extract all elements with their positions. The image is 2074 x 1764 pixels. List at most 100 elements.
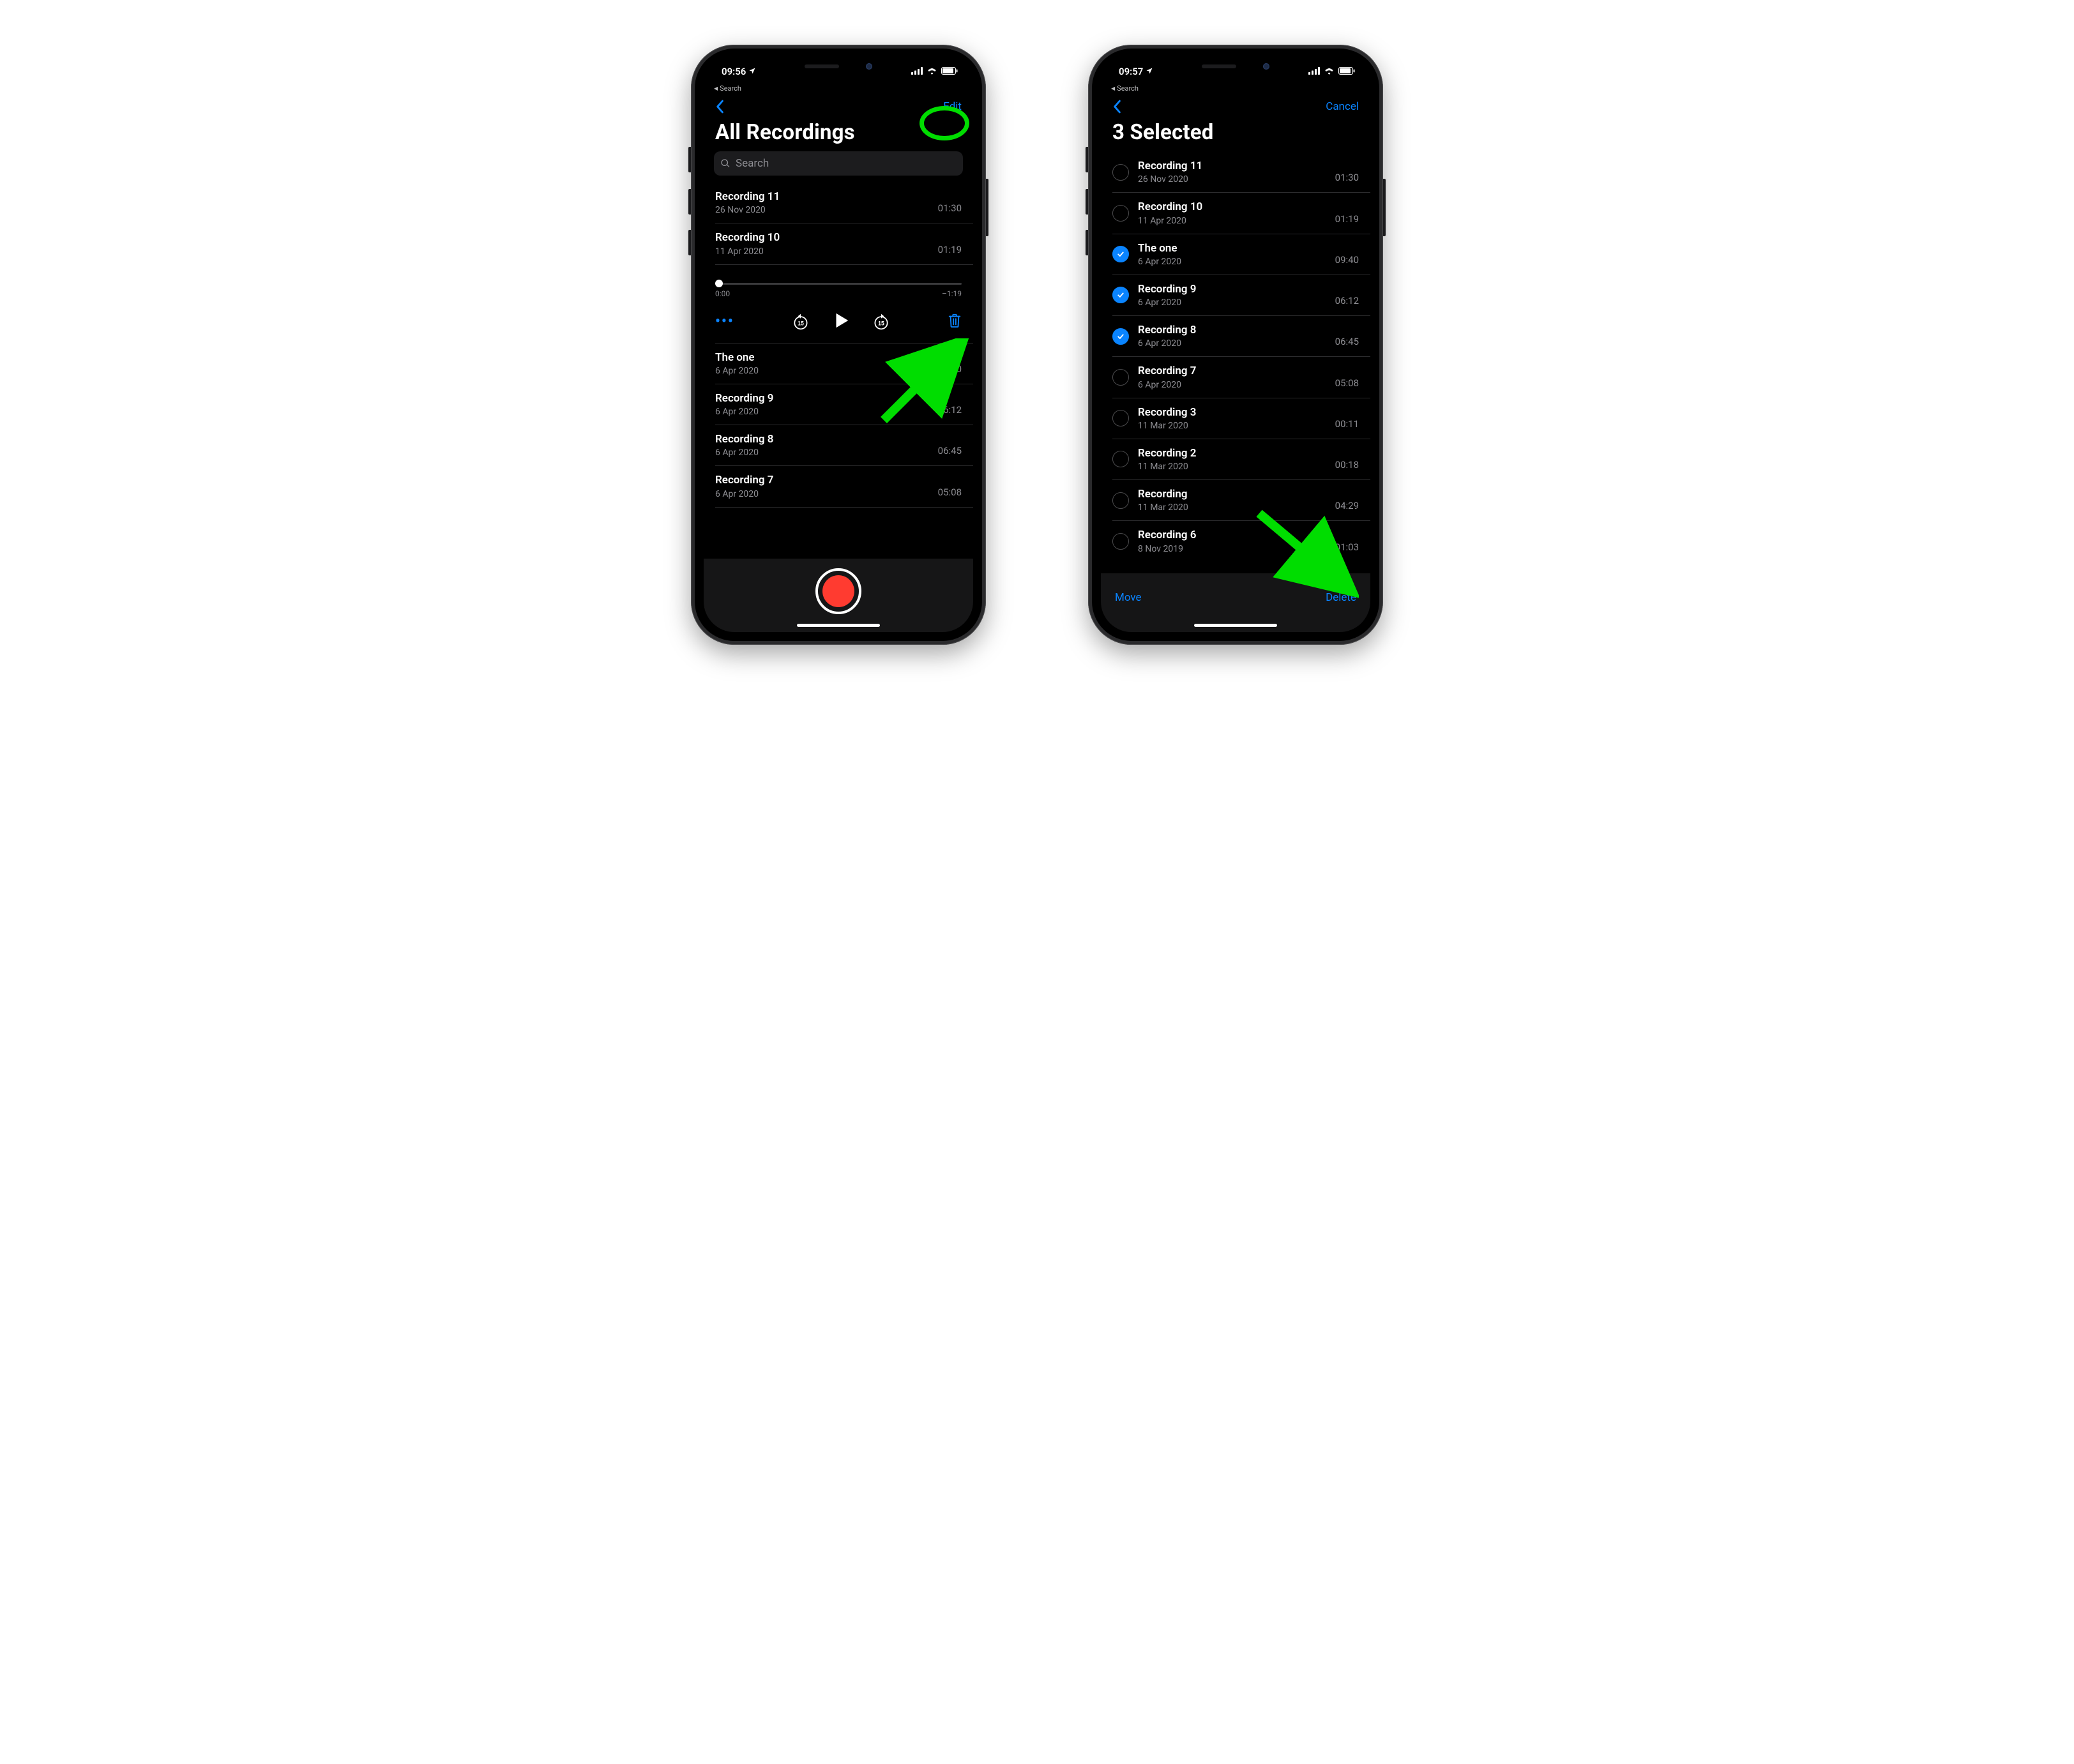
recording-date: 11 Mar 2020 <box>1138 462 1326 472</box>
recording-date: 11 Mar 2020 <box>1138 502 1326 513</box>
recording-row[interactable]: Recording 76 Apr 202005:08 <box>1112 357 1370 398</box>
recording-title: Recording 8 <box>1138 324 1326 337</box>
recording-row[interactable]: Recording 96 Apr 202006:12 <box>1112 275 1370 316</box>
select-circle[interactable] <box>1112 164 1129 181</box>
phone-right: 09:57 Search <box>1088 45 1383 645</box>
recording-duration: 06:45 <box>938 445 962 458</box>
recording-duration: 04:29 <box>1335 500 1359 513</box>
recording-title: The one <box>715 351 929 365</box>
recording-row[interactable]: Recording 1126 Nov 202001:30 <box>715 182 973 223</box>
recording-date: 6 Apr 2020 <box>715 489 929 499</box>
recording-date: 11 Mar 2020 <box>1138 421 1326 431</box>
home-indicator[interactable] <box>1194 624 1277 627</box>
home-indicator[interactable] <box>797 624 880 627</box>
select-circle[interactable] <box>1112 205 1129 222</box>
nav-bar: Cancel <box>1101 86 1370 119</box>
wifi-icon <box>927 66 937 77</box>
record-button[interactable] <box>815 568 861 614</box>
battery-icon <box>1338 66 1355 77</box>
recording-date: 11 Apr 2020 <box>715 246 929 257</box>
recording-duration: 06:45 <box>1335 336 1359 349</box>
page-title: 3 Selected <box>1101 119 1370 151</box>
recording-row[interactable]: Recording 68 Nov 201901:03 <box>1112 521 1370 560</box>
select-circle[interactable] <box>1112 246 1129 262</box>
back-button[interactable] <box>715 100 724 114</box>
select-circle[interactable] <box>1112 410 1129 426</box>
more-button[interactable]: ••• <box>715 313 734 329</box>
time-elapsed: 0:00 <box>715 289 730 298</box>
edit-button[interactable]: Edit <box>943 100 962 113</box>
recording-date: 6 Apr 2020 <box>715 366 929 376</box>
notch <box>778 57 899 75</box>
select-circle[interactable] <box>1112 533 1129 550</box>
select-circle[interactable] <box>1112 492 1129 509</box>
recording-duration: 00:11 <box>1335 418 1359 431</box>
select-circle[interactable] <box>1112 451 1129 467</box>
recording-row[interactable]: Recording 8 6 Apr 2020 06:45 <box>715 425 973 466</box>
recording-title: Recording 3 <box>1138 406 1326 419</box>
recording-row[interactable]: Recording 1126 Nov 2020 01:30 <box>1112 151 1370 193</box>
recording-row[interactable]: Recording 76 Apr 202005:08 <box>715 466 973 507</box>
recording-row[interactable]: The one6 Apr 202009:40 <box>1112 234 1370 275</box>
recording-duration: 06:12 <box>938 404 962 417</box>
recording-title: Recording 9 <box>1138 283 1326 296</box>
recording-row[interactable]: The one6 Apr 2020 09:40 <box>715 343 973 384</box>
recording-title: Recording 9 <box>715 392 929 405</box>
recording-title: Recording 10 <box>1138 200 1326 214</box>
location-icon <box>748 67 756 77</box>
play-button[interactable] <box>831 311 851 333</box>
recording-row[interactable]: Recording 1011 Apr 202001:19 <box>1112 193 1370 234</box>
recording-title: Recording <box>1138 488 1326 501</box>
trash-button[interactable] <box>948 313 962 331</box>
recording-row[interactable]: Recording11 Mar 2020 04:29 <box>1112 480 1370 521</box>
skip-forward-15-button[interactable]: 15 <box>872 313 890 331</box>
cancel-button[interactable]: Cancel <box>1326 100 1359 113</box>
recording-title: Recording 10 <box>715 231 929 245</box>
recording-date: 6 Apr 2020 <box>1138 338 1326 349</box>
record-bar <box>704 558 973 632</box>
recording-date: 6 Apr 2020 <box>715 448 929 458</box>
move-button[interactable]: Move <box>1115 591 1142 604</box>
battery-icon <box>941 66 958 77</box>
recording-list-edit: Recording 1126 Nov 2020 01:30 Recording 10… <box>1101 151 1370 560</box>
recording-date: 26 Nov 2020 <box>1138 174 1326 185</box>
back-button[interactable] <box>1112 100 1121 114</box>
recording-row[interactable]: Recording 211 Mar 202000:18 <box>1112 439 1370 480</box>
recording-title: Recording 11 <box>1138 160 1326 173</box>
svg-text:15: 15 <box>798 320 804 326</box>
search-field[interactable]: Search <box>714 151 963 176</box>
recording-title: Recording 6 <box>1138 529 1326 542</box>
wifi-icon <box>1324 66 1335 77</box>
recording-row[interactable]: Recording 1011 Apr 2020 01:19 <box>715 223 973 264</box>
notch <box>1175 57 1296 75</box>
recording-title: The one <box>1138 242 1326 255</box>
recording-duration: 01:30 <box>938 202 962 215</box>
recording-duration: 01:03 <box>1335 541 1359 554</box>
phone-left: 09:56 Search <box>691 45 986 645</box>
location-icon <box>1146 67 1153 77</box>
recording-row[interactable]: Recording 96 Apr 202006:12 <box>715 384 973 425</box>
recording-title: Recording 8 <box>715 433 929 446</box>
recording-date: 6 Apr 2020 <box>1138 298 1326 308</box>
player-expanded: 0:00 –1:19 ••• 15 15 <box>715 265 973 343</box>
delete-button[interactable]: Delete <box>1326 591 1356 604</box>
select-circle[interactable] <box>1112 369 1129 386</box>
recording-row[interactable]: Recording 86 Apr 2020 06:45 <box>1112 316 1370 357</box>
select-circle[interactable] <box>1112 287 1129 303</box>
scrubber[interactable] <box>715 278 962 289</box>
recording-duration: 00:18 <box>1335 459 1359 472</box>
recording-duration: 09:40 <box>938 363 962 376</box>
recording-duration: 01:19 <box>938 244 962 257</box>
recording-title: Recording 7 <box>715 474 929 487</box>
recording-row[interactable]: Recording 3 11 Mar 2020 00:11 <box>1112 398 1370 439</box>
recording-duration: 01:30 <box>1335 172 1359 185</box>
select-circle[interactable] <box>1112 328 1129 345</box>
recording-title: Recording 11 <box>715 190 929 204</box>
time-remaining: –1:19 <box>942 289 962 298</box>
recording-list: Recording 1126 Nov 202001:30Recording 10… <box>704 182 973 508</box>
search-placeholder: Search <box>736 157 769 170</box>
recording-title: Recording 7 <box>1138 365 1326 378</box>
skip-back-15-button[interactable]: 15 <box>792 313 810 331</box>
page-title: All Recordings <box>704 119 973 151</box>
search-icon <box>720 158 730 169</box>
